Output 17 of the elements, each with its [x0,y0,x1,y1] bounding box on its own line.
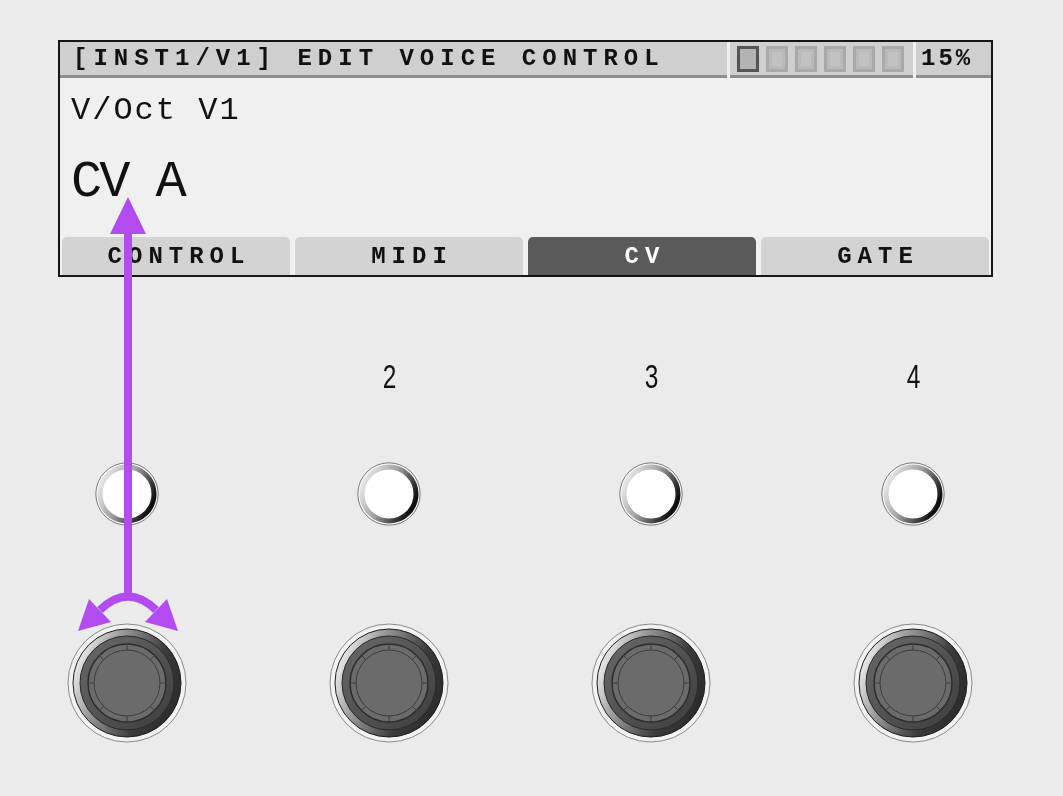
channel-number: 3 [644,356,658,396]
led-icon [881,462,945,526]
screen-title: [INST1/V1] EDIT VOICE CONTROL [60,42,727,78]
led-icon [357,462,421,526]
percent-label: 15% [916,42,991,78]
rotary-knob[interactable] [67,623,187,743]
tab[interactable]: CV [528,237,756,275]
tab[interactable]: GATE [761,237,989,275]
parameter-name: V/Oct V1 [71,95,241,127]
channel-number: 2 [382,356,396,396]
rotary-knob[interactable] [853,623,973,743]
parameter-value: CV A [71,157,184,209]
rotary-knob[interactable] [329,623,449,743]
tab[interactable]: MIDI [295,237,523,275]
led-icon [619,462,683,526]
channel-number: 4 [906,356,920,396]
rotary-knob[interactable] [591,623,711,743]
